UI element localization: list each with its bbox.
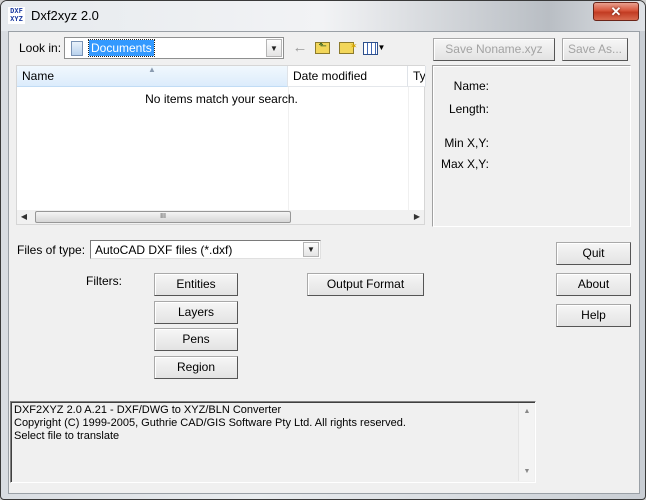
sort-ascending-icon: ▲: [148, 66, 156, 74]
grip-icon: III: [160, 213, 166, 220]
look-in-label: Look in:: [19, 41, 62, 55]
about-button[interactable]: About: [556, 273, 631, 296]
title-bar[interactable]: DXF XYZ Dxf2xyz 2.0 ✕: [1, 1, 645, 31]
app-icon: DXF XYZ: [8, 7, 25, 24]
save-noname-button[interactable]: Save Noname.xyz: [433, 38, 555, 61]
scroll-up-icon[interactable]: ▲: [519, 405, 535, 419]
chevron-down-icon[interactable]: ▼: [303, 242, 319, 257]
name-label: Name:: [453, 79, 489, 93]
column-header-name[interactable]: ▲ Name: [17, 66, 288, 87]
window-title: Dxf2xyz 2.0: [31, 8, 99, 23]
documents-folder-icon: [71, 41, 83, 56]
scroll-thumb[interactable]: III: [35, 211, 291, 223]
column-header-label: Name: [22, 69, 55, 83]
folder-up-icon[interactable]: ⬑: [313, 40, 331, 56]
scroll-down-icon[interactable]: ▼: [519, 465, 535, 479]
file-info-panel: Name: Length: Min X,Y: Max X,Y:: [432, 65, 631, 227]
look-in-value: Documents: [88, 39, 155, 57]
views-menu-icon[interactable]: ▼: [361, 40, 387, 56]
output-format-button[interactable]: Output Format: [307, 273, 424, 296]
back-arrow-icon[interactable]: ←: [291, 40, 309, 56]
new-folder-icon[interactable]: ✶: [337, 40, 358, 56]
scroll-left-icon[interactable]: ◀: [17, 210, 31, 224]
region-button[interactable]: Region: [154, 356, 238, 379]
length-label: Length:: [448, 102, 489, 116]
files-of-type-label: Files of type:: [17, 243, 86, 257]
entities-button[interactable]: Entities: [154, 273, 238, 296]
vertical-scrollbar[interactable]: ▲ ▼: [518, 403, 534, 481]
log-line: Copyright (C) 1999-2005, Guthrie CAD/GIS…: [14, 417, 406, 429]
log-line: Select file to translate: [14, 430, 120, 442]
close-button[interactable]: ✕: [593, 2, 639, 21]
layers-button[interactable]: Layers: [154, 301, 238, 324]
column-header-type[interactable]: Ty: [408, 66, 426, 87]
file-list[interactable]: ▲ Name Date modified Ty No items match y…: [16, 65, 426, 225]
close-icon: ✕: [610, 4, 622, 19]
client-area: Look in: Documents ▼ ← ⬑ ✶ ▼ Save Noname…: [8, 31, 640, 494]
filters-label: Filters:: [86, 274, 122, 288]
quit-button[interactable]: Quit: [556, 242, 631, 265]
log-line: DXF2XYZ 2.0 A.21 - DXF/DWG to XYZ/BLN Co…: [14, 404, 282, 416]
chevron-down-icon[interactable]: ▼: [266, 39, 282, 57]
files-of-type-value: AutoCAD DXF files (*.dxf): [95, 243, 233, 257]
column-header-label: Ty: [413, 69, 426, 83]
column-header-date-modified[interactable]: Date modified: [288, 66, 408, 87]
status-log[interactable]: DXF2XYZ 2.0 A.21 - DXF/DWG to XYZ/BLN Co…: [10, 401, 536, 483]
min-xy-label: Min X,Y:: [444, 136, 489, 150]
look-in-combobox[interactable]: Documents ▼: [64, 37, 284, 59]
help-button[interactable]: Help: [556, 304, 631, 327]
files-of-type-combobox[interactable]: AutoCAD DXF files (*.dxf) ▼: [90, 240, 321, 259]
app-window: DXF XYZ Dxf2xyz 2.0 ✕ Look in: Documents …: [0, 0, 646, 500]
pens-button[interactable]: Pens: [154, 328, 238, 351]
scroll-right-icon[interactable]: ▶: [410, 210, 424, 224]
max-xy-label: Max X,Y:: [440, 157, 489, 171]
column-header-label: Date modified: [293, 69, 368, 83]
horizontal-scrollbar[interactable]: ◀ III ▶: [17, 210, 424, 224]
save-as-button[interactable]: Save As...: [562, 38, 628, 61]
empty-list-message: No items match your search.: [145, 92, 298, 106]
